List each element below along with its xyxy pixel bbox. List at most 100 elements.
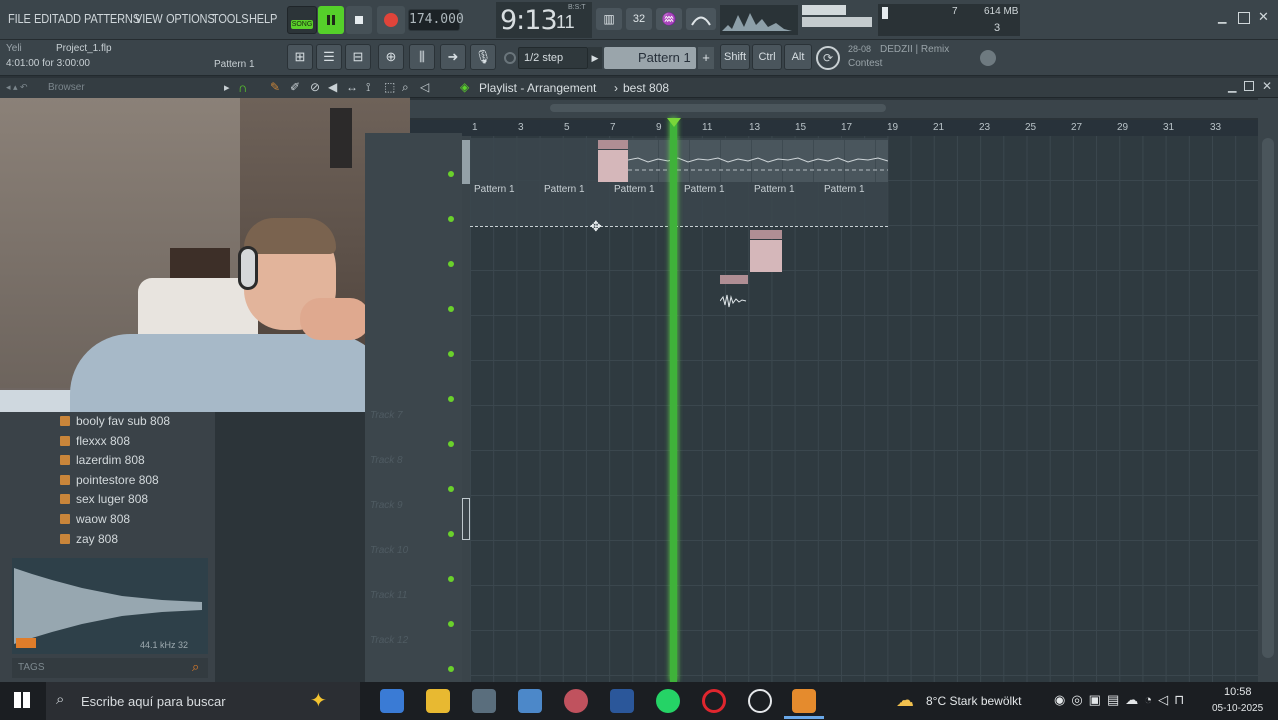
windows-start-icon[interactable] xyxy=(14,692,30,708)
plugin-picker-button[interactable]: ⫼ xyxy=(409,44,435,70)
song-mode-toggle[interactable]: SONG xyxy=(287,6,317,34)
slice-icon[interactable]: ⟟ xyxy=(366,80,370,95)
menu-view[interactable]: VIEW xyxy=(135,11,163,26)
taskbar-search[interactable]: ⌕ Escribe aquí para buscar ✦ xyxy=(46,682,360,720)
camera-icon[interactable] xyxy=(472,689,496,713)
track-mute-led[interactable] xyxy=(448,351,454,357)
menu-patterns[interactable]: PATTERNS xyxy=(84,11,140,26)
clip-header[interactable] xyxy=(598,140,628,149)
playhead[interactable] xyxy=(670,118,677,682)
pattern-clip-strip[interactable] xyxy=(627,140,889,182)
playlist-toolbar-icons[interactable]: ▸ xyxy=(224,81,230,94)
vertical-scrollbar[interactable] xyxy=(1258,98,1278,682)
pattern-clip-label[interactable]: Pattern 1 xyxy=(754,184,795,196)
alt-key-button[interactable]: Alt xyxy=(784,44,812,70)
mute-icon[interactable]: ◀ xyxy=(328,80,337,94)
select-icon[interactable]: ⬚ xyxy=(384,80,395,94)
audio-clip[interactable] xyxy=(750,240,782,272)
news-icon[interactable]: ⟳ xyxy=(816,46,840,70)
timeline-ruler[interactable] xyxy=(410,120,1258,136)
channel-rack-button[interactable]: ☰ xyxy=(316,44,342,70)
pattern-selector[interactable]: Pattern 1 xyxy=(604,47,696,69)
track-name[interactable]: Track 10 xyxy=(370,545,408,556)
globe-icon[interactable] xyxy=(980,50,996,66)
playlist-close-icon[interactable]: ✕ xyxy=(1262,79,1272,93)
track-name[interactable]: Track 7 xyxy=(370,410,403,421)
playhead-marker-icon[interactable] xyxy=(667,118,681,127)
brush-icon[interactable]: ✐ xyxy=(290,80,300,94)
ctrl-key-button[interactable]: Ctrl xyxy=(752,44,782,70)
mic-button[interactable]: 🎙 xyxy=(470,44,496,70)
track-selector-outline[interactable] xyxy=(462,498,470,540)
audio-clip-waveform[interactable] xyxy=(719,285,748,313)
menu-add[interactable]: ADD xyxy=(58,11,81,26)
pattern-clip-label[interactable]: Pattern 1 xyxy=(824,184,865,196)
horizontal-scrollbar[interactable] xyxy=(410,100,1258,118)
store-icon[interactable] xyxy=(380,689,404,713)
whatsapp-icon[interactable] xyxy=(656,689,680,713)
tray-icons[interactable]: ◉◎▣▤☁◔◁⊓ xyxy=(1054,692,1190,708)
track-mute-led[interactable] xyxy=(448,306,454,312)
calculator-icon[interactable] xyxy=(518,689,542,713)
weather-text[interactable]: 8°C Stark bewölkt xyxy=(926,694,1022,708)
menu-tools[interactable]: TOOLS xyxy=(212,11,249,26)
track-resize-strip[interactable] xyxy=(462,136,470,682)
mixer-button[interactable]: ⊕ xyxy=(378,44,404,70)
browser-item[interactable]: waow 808 xyxy=(60,512,130,531)
track-mute-led[interactable] xyxy=(448,576,454,582)
blend-notes-button[interactable]: ♒ xyxy=(656,8,682,30)
track-mute-led[interactable] xyxy=(448,171,454,177)
track-selector-handle[interactable] xyxy=(462,140,470,184)
clock-date[interactable]: 05-10-2025 xyxy=(1212,703,1263,714)
track-mute-led[interactable] xyxy=(448,486,454,492)
browser-item[interactable]: flexxx 808 xyxy=(60,434,130,453)
menu-help[interactable]: HELP xyxy=(249,11,277,26)
browser-item[interactable]: lazerdim 808 xyxy=(60,453,145,472)
magnet-icon[interactable]: ∩ xyxy=(238,80,247,95)
menu-options[interactable]: OPTIONS xyxy=(166,11,215,26)
playlist-restore-icon[interactable] xyxy=(1244,81,1254,91)
app-icon[interactable] xyxy=(564,689,588,713)
scroll-thumb[interactable] xyxy=(550,104,886,112)
snap-select[interactable]: 1/2 step xyxy=(518,47,588,69)
shift-key-button[interactable]: Shift xyxy=(720,44,750,70)
track-mute-led[interactable] xyxy=(448,666,454,672)
typing-keyboard-button[interactable]: ▥ xyxy=(596,8,622,30)
step-edit-button[interactable]: 32 xyxy=(626,8,652,30)
fl-studio-icon[interactable] xyxy=(792,689,816,713)
track-name[interactable]: Track 12 xyxy=(370,635,408,646)
menu-file[interactable]: FILE xyxy=(8,11,31,26)
stop-button[interactable] xyxy=(346,6,372,34)
track-mute-led[interactable] xyxy=(448,216,454,222)
clock-time[interactable]: 10:58 xyxy=(1224,686,1252,698)
pattern-clip-label[interactable]: Pattern 1 xyxy=(474,184,515,196)
browser-item[interactable]: pointestore 808 xyxy=(60,473,159,492)
piano-roll-button[interactable]: ⊟ xyxy=(345,44,371,70)
close-icon[interactable]: ✕ xyxy=(1258,9,1272,24)
word-icon[interactable] xyxy=(610,689,634,713)
obs-icon[interactable] xyxy=(748,689,772,713)
playlist-minimize-icon[interactable]: ▁ xyxy=(1228,80,1236,93)
track-name[interactable]: Track 8 xyxy=(370,455,403,466)
track-mute-led[interactable] xyxy=(448,396,454,402)
search-icon[interactable]: ⌕ xyxy=(192,659,199,675)
pencil-icon[interactable]: ✎ xyxy=(270,80,280,94)
zoom-icon[interactable]: ⌕ xyxy=(402,80,409,95)
speaker-icon[interactable]: ◁ xyxy=(420,80,429,94)
tempo-display[interactable]: 174.000 xyxy=(408,9,464,31)
add-pattern-icon[interactable]: + xyxy=(698,47,714,69)
track-name[interactable]: Track 11 xyxy=(370,590,407,601)
audio-clip[interactable] xyxy=(598,150,628,182)
browser-nav-icons[interactable]: ◂ ▴ ↶ xyxy=(6,82,28,93)
clip-header[interactable] xyxy=(750,230,782,239)
clip-header[interactable] xyxy=(720,275,748,284)
track-mute-led[interactable] xyxy=(448,621,454,627)
browser-item[interactable]: sex luger 808 xyxy=(60,492,148,511)
slip-icon[interactable]: ↔ xyxy=(346,80,358,94)
track-mute-led[interactable] xyxy=(448,531,454,537)
record-button[interactable] xyxy=(377,6,405,34)
pattern-clip-label[interactable]: Pattern 1 xyxy=(614,184,655,196)
file-explorer-icon[interactable] xyxy=(426,689,450,713)
pattern-clip-label[interactable]: Pattern 1 xyxy=(684,184,725,196)
vscroll-thumb[interactable] xyxy=(1262,138,1274,658)
